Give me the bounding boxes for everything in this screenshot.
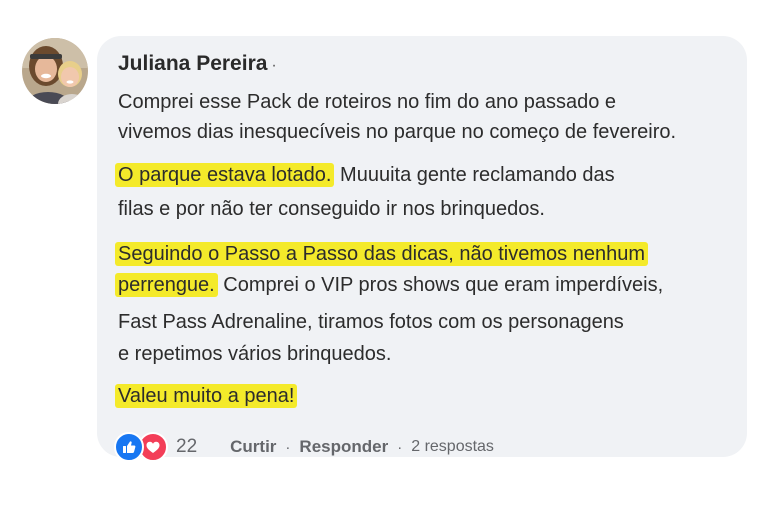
thumbs-up-icon — [123, 441, 136, 453]
comment-screenshot: Juliana Pereira · Comprei esse Pack de ro… — [0, 0, 768, 512]
comment-line-2: vivemos dias inesquecíveis no parque no … — [118, 119, 676, 145]
comment-line-3: O parque estava lotado. Muuuita gente re… — [115, 162, 615, 188]
comment-text: Fast Pass Adrenaline, tiramos fotos com … — [118, 311, 624, 333]
comment-text: Comprei o VIP pros shows que eram imperd… — [217, 274, 664, 296]
comment-text: Muuuita gente reclamando das — [334, 164, 615, 186]
comment-line-6: perrengue. Comprei o VIP pros shows que … — [115, 272, 664, 298]
comment-line-8: e repetimos vários brinquedos. — [118, 341, 391, 367]
reply-button[interactable]: Responder — [299, 437, 388, 457]
avatar[interactable] — [22, 38, 88, 104]
replies-link[interactable]: 2 respostas — [411, 438, 494, 456]
footer-separator: · — [397, 438, 403, 456]
comment-author: Juliana Pereira · — [118, 52, 277, 76]
comment-footer: 22 Curtir · Responder · 2 respostas — [114, 432, 494, 462]
highlighted-text: O parque estava lotado. — [115, 163, 335, 187]
author-separator: · — [271, 57, 277, 74]
comment-line-5: Seguindo o Passo a Passo das dicas, não … — [115, 241, 648, 267]
highlighted-text: perrengue. — [115, 273, 218, 297]
comment-line-4: filas e por não ter conseguido ir nos br… — [118, 196, 545, 222]
comment-line-1: Comprei esse Pack de roteiros no fim do … — [118, 89, 616, 115]
footer-separator: · — [285, 438, 291, 456]
avatar-photo — [22, 38, 88, 104]
highlighted-text: Valeu muito a pena! — [115, 384, 298, 408]
comment-line-9: Valeu muito a pena! — [115, 383, 298, 409]
reaction-count[interactable]: 22 — [176, 436, 197, 458]
comment-line-7: Fast Pass Adrenaline, tiramos fotos com … — [118, 309, 624, 335]
comment-text: e repetimos vários brinquedos. — [118, 343, 392, 365]
author-name[interactable]: Juliana Pereira — [118, 52, 267, 75]
comment-text: filas e por não ter conseguido ir nos br… — [118, 198, 545, 220]
highlighted-text: Seguindo o Passo a Passo das dicas, não … — [115, 242, 648, 266]
like-icon[interactable] — [114, 432, 144, 462]
like-button[interactable]: Curtir — [230, 437, 276, 457]
heart-icon — [146, 441, 160, 453]
comment-text: Comprei esse Pack de roteiros no fim do … — [118, 91, 617, 113]
comment-text: vivemos dias inesquecíveis no parque no … — [118, 121, 677, 143]
